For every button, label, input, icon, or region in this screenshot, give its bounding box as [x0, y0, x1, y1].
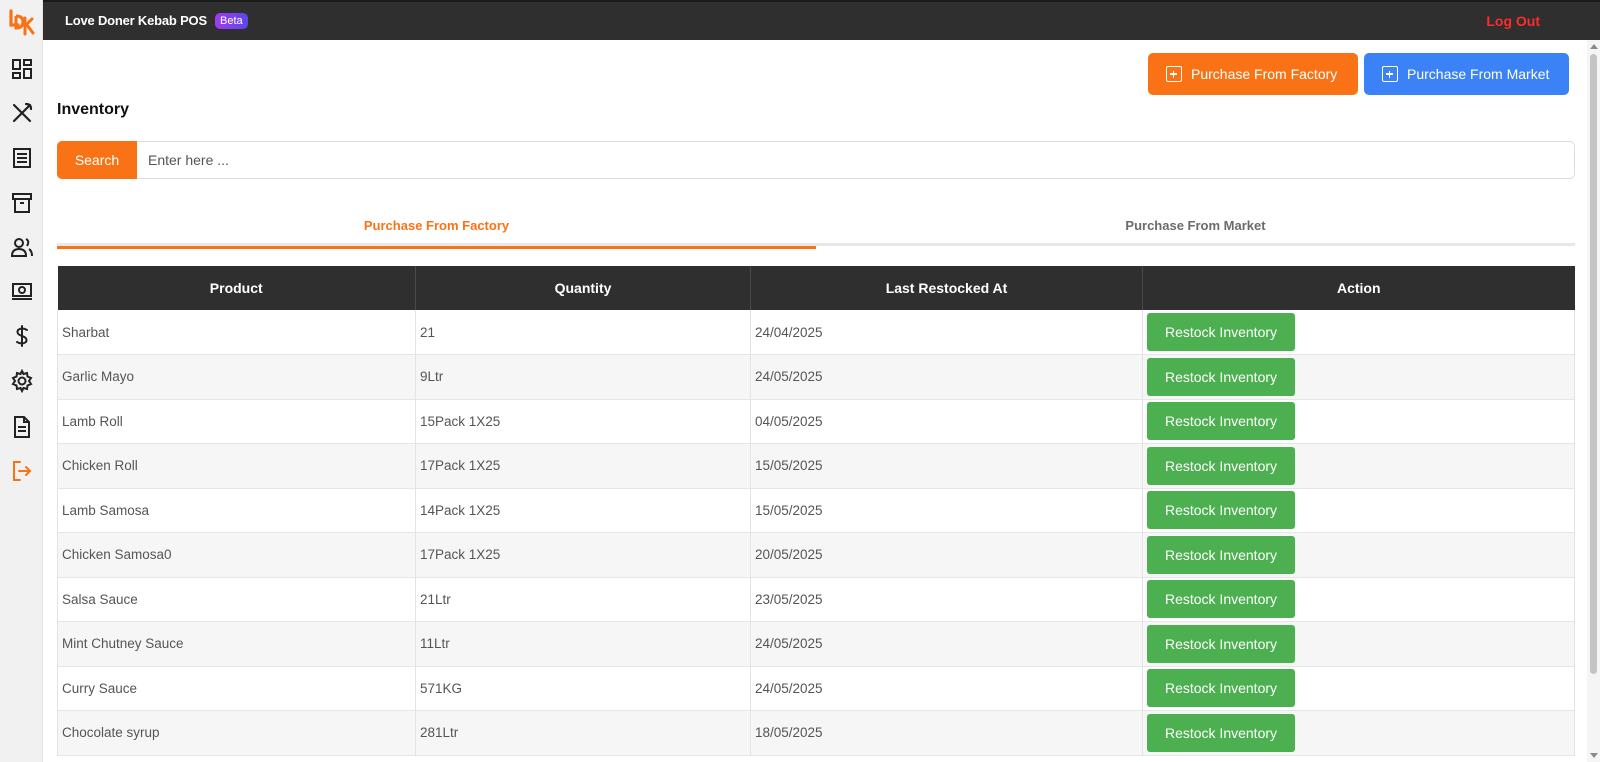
- quantity-cell: 17Pack 1X25: [415, 532, 751, 577]
- quantity-cell: 11Ltr: [415, 621, 751, 666]
- logout-icon[interactable]: [9, 458, 35, 484]
- purchase-tabs: Purchase From Factory Purchase From Mark…: [57, 204, 1575, 249]
- scroll-down-arrow-icon[interactable]: [1590, 753, 1598, 758]
- search-bar: Search: [57, 141, 1575, 179]
- beta-badge: Beta: [215, 13, 248, 29]
- tab-purchase-from-market[interactable]: Purchase From Market: [816, 204, 1575, 246]
- scroll-up-arrow-icon[interactable]: [1590, 44, 1598, 49]
- table-row: Chicken Roll 17Pack 1X25 15/05/2025 Rest…: [57, 443, 1575, 488]
- quantity-cell: 21: [415, 310, 751, 355]
- product-cell: Salsa Sauce: [57, 577, 416, 622]
- dollar-icon[interactable]: [9, 323, 35, 349]
- quantity-cell: 21Ltr: [415, 577, 751, 622]
- search-button[interactable]: Search: [57, 141, 137, 179]
- date-cell: 15/05/2025: [750, 488, 1143, 533]
- utensils-icon[interactable]: [9, 100, 35, 126]
- product-cell: Sharbat: [57, 310, 416, 355]
- table-row: Lamb Samosa 14Pack 1X25 15/05/2025 Resto…: [57, 488, 1575, 533]
- table-row: Sharbat 21 24/04/2025 Restock Inventory: [57, 310, 1575, 355]
- table-row: Salsa Sauce 21Ltr 23/05/2025 Restock Inv…: [57, 577, 1575, 622]
- restock-inventory-button[interactable]: Restock Inventory: [1147, 535, 1295, 574]
- action-cell: Restock Inventory: [1142, 488, 1575, 533]
- search-input[interactable]: [138, 142, 1568, 178]
- cash-icon[interactable]: [9, 278, 35, 304]
- table-row: Garlic Mayo 9Ltr 24/05/2025 Restock Inve…: [57, 354, 1575, 399]
- plus-square-icon: [1166, 66, 1182, 82]
- restock-inventory-button[interactable]: Restock Inventory: [1147, 624, 1295, 663]
- top-header: Love Doner Kebab POS Beta Log Out: [43, 0, 1600, 40]
- quantity-cell: 14Pack 1X25: [415, 488, 751, 533]
- action-cell: Restock Inventory: [1142, 443, 1575, 488]
- product-cell: Lamb Samosa: [57, 488, 416, 533]
- action-cell: Restock Inventory: [1142, 399, 1575, 444]
- product-cell: Curry Sauce: [57, 666, 416, 711]
- product-cell: Garlic Mayo: [57, 354, 416, 399]
- restock-inventory-button[interactable]: Restock Inventory: [1147, 580, 1295, 619]
- page-scrollbar[interactable]: [1587, 40, 1600, 762]
- purchase-from-factory-button[interactable]: Purchase From Factory: [1148, 53, 1358, 95]
- settings-icon[interactable]: [9, 368, 35, 394]
- quantity-cell: 281Ltr: [415, 710, 751, 755]
- date-cell: 20/05/2025: [750, 532, 1143, 577]
- product-cell: Lamb Roll: [57, 399, 416, 444]
- restock-inventory-button[interactable]: Restock Inventory: [1147, 713, 1295, 752]
- date-cell: 23/05/2025: [750, 577, 1143, 622]
- purchase-from-market-label: Purchase From Market: [1407, 66, 1550, 82]
- sidebar: [0, 0, 43, 762]
- date-cell: 24/05/2025: [750, 666, 1143, 711]
- action-cell: Restock Inventory: [1142, 532, 1575, 577]
- column-header-product[interactable]: Product: [57, 266, 416, 310]
- date-cell: 15/05/2025: [750, 443, 1143, 488]
- product-cell: Chicken Roll: [57, 443, 416, 488]
- action-cell: Restock Inventory: [1142, 666, 1575, 711]
- quantity-cell: 571KG: [415, 666, 751, 711]
- purchase-from-market-button[interactable]: Purchase From Market: [1364, 53, 1569, 95]
- column-header-quantity[interactable]: Quantity: [415, 266, 751, 310]
- product-cell: Chocolate syrup: [57, 710, 416, 755]
- page-title: Inventory: [57, 101, 130, 118]
- action-cell: Restock Inventory: [1142, 310, 1575, 355]
- action-cell: Restock Inventory: [1142, 577, 1575, 622]
- restock-inventory-button[interactable]: Restock Inventory: [1147, 313, 1295, 351]
- restock-inventory-button[interactable]: Restock Inventory: [1147, 446, 1295, 485]
- inventory-table: Product Quantity Last Restocked At Actio…: [57, 266, 1575, 756]
- column-header-last-restocked[interactable]: Last Restocked At: [750, 266, 1143, 310]
- restock-inventory-button[interactable]: Restock Inventory: [1147, 402, 1295, 441]
- purchase-from-factory-label: Purchase From Factory: [1191, 66, 1338, 82]
- tab-purchase-from-factory[interactable]: Purchase From Factory: [57, 204, 816, 249]
- quantity-cell: 15Pack 1X25: [415, 399, 751, 444]
- archive-icon[interactable]: [9, 190, 35, 216]
- scroll-thumb[interactable]: [1590, 54, 1597, 674]
- product-cell: Mint Chutney Sauce: [57, 621, 416, 666]
- app-title: Love Doner Kebab POS: [65, 13, 207, 28]
- date-cell: 04/05/2025: [750, 399, 1143, 444]
- column-header-action: Action: [1336, 280, 1381, 296]
- date-cell: 24/05/2025: [750, 354, 1143, 399]
- users-icon[interactable]: [9, 234, 35, 260]
- action-cell: Restock Inventory: [1142, 354, 1575, 399]
- receipt-icon[interactable]: [9, 145, 35, 171]
- table-header-row: Product Quantity Last Restocked At Actio…: [57, 266, 1575, 310]
- table-row: Chocolate syrup 281Ltr 18/05/2025 Restoc…: [57, 710, 1575, 755]
- restock-inventory-button[interactable]: Restock Inventory: [1147, 491, 1295, 530]
- action-cell: Restock Inventory: [1142, 621, 1575, 666]
- action-cell: Restock Inventory: [1142, 710, 1575, 755]
- table-row: Mint Chutney Sauce 11Ltr 24/05/2025 Rest…: [57, 621, 1575, 666]
- document-icon[interactable]: [9, 414, 35, 440]
- table-row: Lamb Roll 15Pack 1X25 04/05/2025 Restock…: [57, 399, 1575, 444]
- date-cell: 24/04/2025: [750, 310, 1143, 355]
- restock-inventory-button[interactable]: Restock Inventory: [1147, 357, 1295, 396]
- restock-inventory-button[interactable]: Restock Inventory: [1147, 669, 1295, 708]
- logout-link[interactable]: Log Out: [1486, 13, 1540, 29]
- table-row: Chicken Samosa0 17Pack 1X25 20/05/2025 R…: [57, 532, 1575, 577]
- date-cell: 24/05/2025: [750, 621, 1143, 666]
- plus-square-icon: [1382, 66, 1398, 82]
- table-row: Curry Sauce 571KG 24/05/2025 Restock Inv…: [57, 666, 1575, 711]
- product-cell: Chicken Samosa0: [57, 532, 416, 577]
- brand-logo[interactable]: [8, 8, 36, 36]
- quantity-cell: 17Pack 1X25: [415, 443, 751, 488]
- dashboard-icon[interactable]: [9, 56, 35, 82]
- quantity-cell: 9Ltr: [415, 354, 751, 399]
- date-cell: 18/05/2025: [750, 710, 1143, 755]
